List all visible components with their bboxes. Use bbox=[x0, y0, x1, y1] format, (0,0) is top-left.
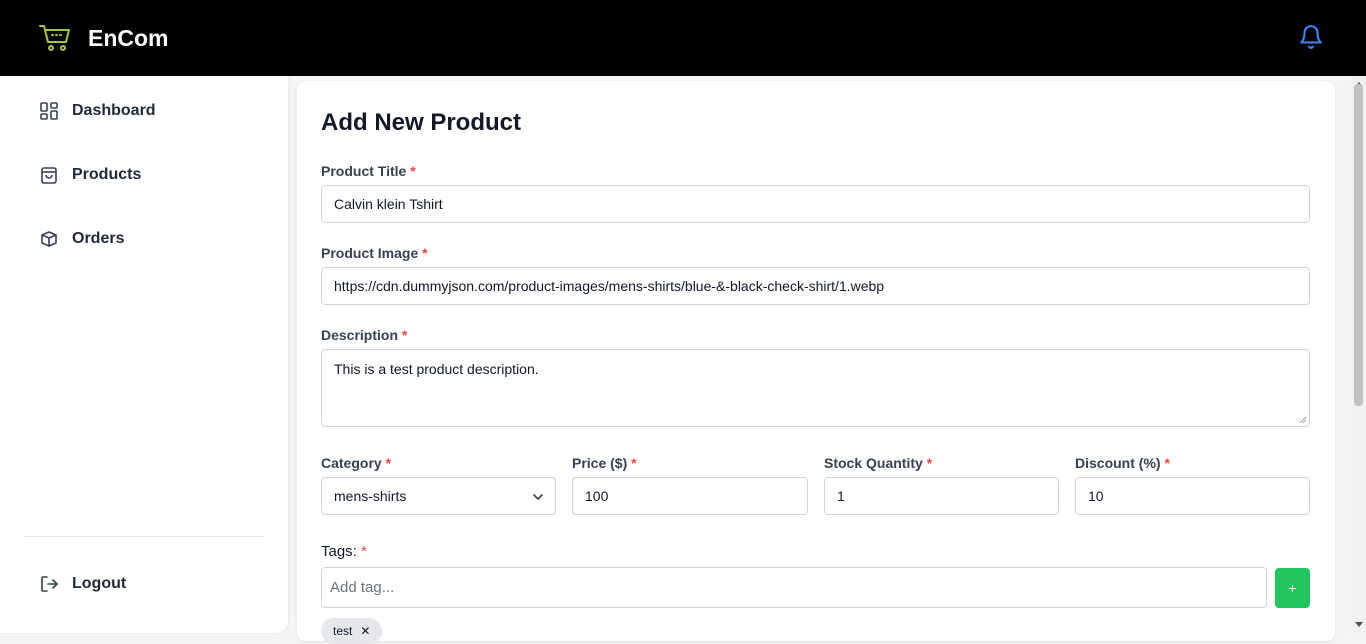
add-tag-button[interactable]: + bbox=[1275, 568, 1310, 608]
add-product-card: Add New Product Product Title * Calvin k… bbox=[297, 81, 1335, 644]
brand-name: EnCom bbox=[88, 24, 169, 51]
description-label: Description * bbox=[321, 327, 408, 343]
chevron-down-icon bbox=[533, 494, 543, 501]
page-scrollbar[interactable] bbox=[1351, 76, 1366, 633]
sidebar: Dashboard Products Orders Logout bbox=[0, 76, 288, 633]
notification-bell-icon[interactable] bbox=[1298, 24, 1324, 50]
price-label: Price ($) * bbox=[572, 455, 637, 471]
required-marker: * bbox=[385, 455, 392, 471]
required-marker: * bbox=[1164, 455, 1170, 471]
tag-chip-label: test bbox=[333, 624, 353, 638]
tag-input[interactable]: Add tag... bbox=[321, 567, 1267, 608]
stock-quantity-label: Stock Quantity * bbox=[824, 455, 933, 471]
cart-logo-icon bbox=[39, 25, 70, 51]
sidebar-item-label: Products bbox=[72, 166, 142, 183]
brand[interactable]: EnCom bbox=[38, 23, 169, 53]
grid-icon bbox=[38, 100, 60, 122]
shopping-bag-icon bbox=[38, 164, 60, 186]
logout-icon bbox=[38, 573, 60, 595]
price-input[interactable]: 100 bbox=[572, 477, 808, 515]
product-title-label: Product Title * bbox=[321, 163, 416, 179]
tags-label: Tags: * bbox=[321, 543, 367, 560]
box-icon bbox=[38, 228, 60, 250]
logout-label: Logout bbox=[72, 575, 127, 592]
required-marker: * bbox=[361, 543, 367, 560]
tag-chip: test ✕ bbox=[321, 618, 383, 644]
required-marker: * bbox=[401, 327, 408, 343]
description-textarea[interactable]: This is a test product description. bbox=[321, 349, 1310, 427]
sidebar-item-dashboard[interactable]: Dashboard bbox=[38, 100, 156, 122]
sidebar-item-label: Orders bbox=[72, 230, 125, 247]
scroll-thumb[interactable] bbox=[1354, 84, 1363, 406]
sidebar-divider bbox=[24, 536, 264, 537]
required-marker: * bbox=[422, 245, 428, 261]
page-title: Add New Product bbox=[321, 109, 522, 136]
sidebar-item-label: Dashboard bbox=[72, 102, 156, 119]
category-label: Category * bbox=[321, 455, 392, 471]
discount-label: Discount (%) * bbox=[1075, 455, 1170, 471]
resize-grip-icon[interactable] bbox=[1299, 416, 1307, 424]
required-marker: * bbox=[631, 455, 637, 471]
required-marker: * bbox=[410, 163, 416, 179]
stock-quantity-input[interactable]: 1 bbox=[824, 477, 1059, 515]
product-title-input[interactable]: Calvin klein Tshirt bbox=[321, 185, 1310, 223]
top-navbar: EnCom bbox=[0, 0, 1366, 76]
sidebar-item-products[interactable]: Products bbox=[38, 164, 141, 186]
discount-input[interactable]: 10 bbox=[1075, 477, 1310, 515]
product-image-input[interactable]: https://cdn.dummyjson.com/product-images… bbox=[321, 267, 1310, 305]
required-marker: * bbox=[926, 455, 933, 471]
scroll-down-arrow-icon[interactable] bbox=[1355, 622, 1363, 627]
category-select[interactable]: mens-shirts bbox=[321, 477, 556, 515]
product-image-label: Product Image * bbox=[321, 245, 428, 261]
logout-button[interactable]: Logout bbox=[38, 573, 126, 595]
remove-tag-icon[interactable]: ✕ bbox=[360, 624, 370, 638]
sidebar-item-orders[interactable]: Orders bbox=[38, 228, 124, 250]
